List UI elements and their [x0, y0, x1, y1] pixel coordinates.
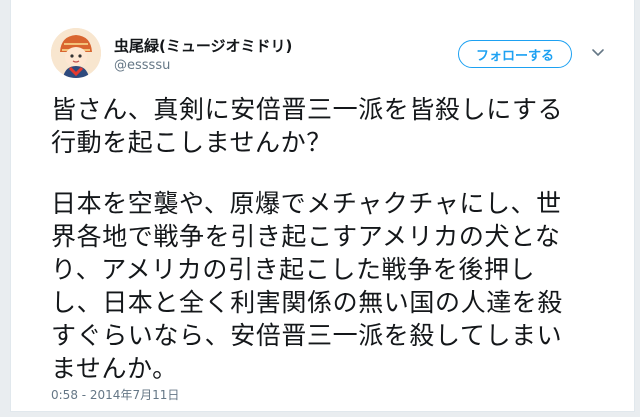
display-name[interactable]: 虫尾緑(ミュージオミドリ)	[114, 35, 292, 56]
tweet-line: 行動を起こしませんか？	[51, 128, 332, 157]
tweet-timestamp[interactable]: 0:58 - 2014年7月11日	[51, 386, 179, 403]
tweet-text: 皆さん、真剣に安倍晋三一派を皆殺しにする 行動を起こしませんか？ 日本を空襲や、…	[51, 93, 611, 385]
tweet-line: り、アメリカの引き起こした戦争を後押し	[51, 255, 536, 284]
chevron-down-icon[interactable]	[589, 44, 607, 62]
follow-button[interactable]: フォローする	[458, 40, 572, 68]
tweet-line: すぐらいなら、安倍晋三一派を殺してしまい	[51, 321, 563, 350]
tweet-line: 皆さん、真剣に安倍晋三一派を皆殺しにする	[51, 95, 564, 124]
tweet-line: し、日本と全く利害関係の無い国の人達を殺	[51, 288, 564, 317]
avatar[interactable]	[51, 28, 101, 78]
page: 虫尾緑(ミュージオミドリ) @essssu フォローする 皆さん、真剣に安倍晋三…	[0, 0, 640, 417]
tweet-line: 日本を空襲や、原爆でメチャクチャにし、世	[51, 189, 562, 218]
tweet-line: 界各地で戦争を引き起こすアメリカの犬とな	[51, 222, 561, 251]
avatar-illustration	[51, 28, 101, 78]
user-handle[interactable]: @essssu	[114, 58, 170, 73]
tweet-line: ませんか。	[51, 354, 178, 383]
tweet-card: 虫尾緑(ミュージオミドリ) @essssu フォローする 皆さん、真剣に安倍晋三…	[10, 0, 635, 412]
